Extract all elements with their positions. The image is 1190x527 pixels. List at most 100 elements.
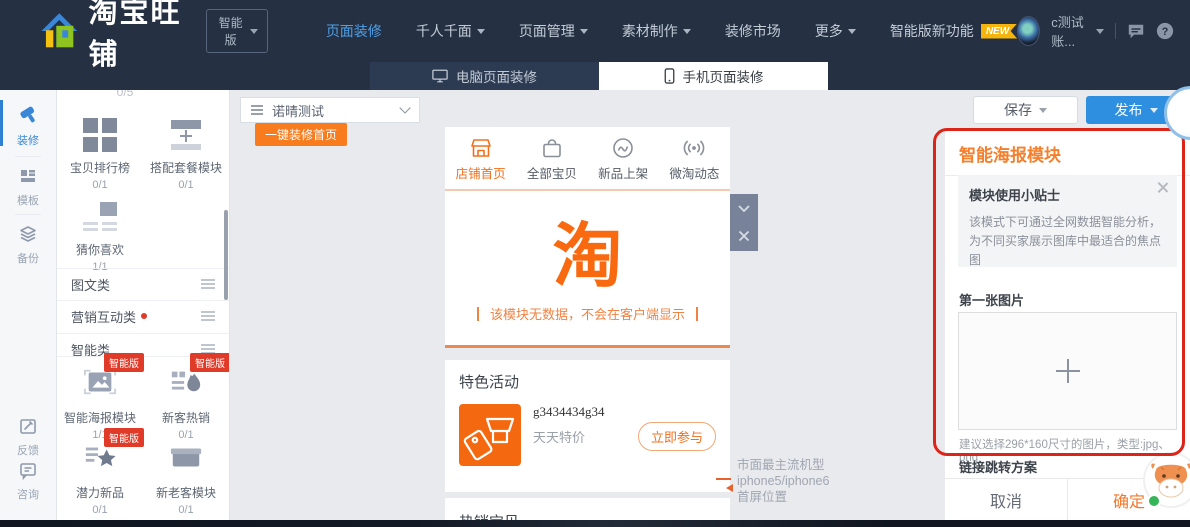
fold-arrow-icon [726,484,733,492]
smart-version-badge: 智能版 [104,353,144,372]
nav-item-smart-new-features[interactable]: 智能版新功能NEW [890,21,1017,41]
help-icon[interactable]: ? [1156,21,1174,41]
red-dot-badge [141,313,147,319]
rail-label: 模板 [0,192,56,208]
rail-item-template[interactable]: 模板 [0,166,56,208]
rail-item-backup[interactable]: 备份 [0,224,56,266]
svg-text:?: ? [1162,26,1169,38]
cancel-button[interactable]: 取消 [945,479,1068,521]
taobao-logo-char: 淘 [445,221,730,291]
user-menu[interactable]: c测试账... [1051,12,1104,50]
phone-icon [664,68,675,84]
scrollbar-thumb[interactable] [224,210,228,300]
page-selector-value: 诺晴测试 [272,101,324,120]
store-tab-bar: 店铺首页 全部宝贝 新品上架 微淘动态 [445,127,730,189]
save-label: 保存 [1004,100,1032,120]
nav-item-more[interactable]: 更多 [815,21,856,41]
brand[interactable]: 淘宝旺铺 [40,0,192,73]
section-image-text[interactable]: 图文类 [57,268,229,299]
section-marketing[interactable]: 营销互动类 [57,300,229,331]
module-item-guess-you-like[interactable]: 猜你喜欢 1/1 [57,192,143,273]
chevron-down-icon [1039,108,1047,113]
drag-handle-icon[interactable] [201,348,215,350]
rail-item-consult[interactable]: 咨询 [0,460,56,502]
brand-name: 淘宝旺铺 [89,0,193,73]
nav-label: 智能版新功能 [890,21,974,41]
nav-item-page-manage[interactable]: 页面管理 [519,21,588,41]
image-upload-area[interactable] [958,312,1177,430]
module-count: 0/1 [57,504,143,516]
module-item-potential-new[interactable]: 智能版 潜力新品 0/1 [57,434,143,516]
usage-tip-box: 模块使用小贴士 该模式下可通过全网数据智能分析，为不同买家展示图库中最适合的焦点… [958,175,1177,267]
tab-pc-decorate[interactable]: 电脑页面装修 [370,62,599,90]
drag-handle-icon[interactable] [201,283,215,285]
join-now-button[interactable]: 立即参与 [638,422,716,451]
feature-activity-module[interactable]: 特色活动 g3434434g34 天天特价 立即参与 [445,360,730,492]
store-tab-label: 微淘动态 [669,167,719,181]
activity-texts: g3434434g34 天天特价 [533,404,638,446]
rail-label: 咨询 [0,486,56,502]
module-item-ranking[interactable]: 宝贝排行榜 0/1 [57,110,143,191]
close-icon[interactable] [1157,181,1169,193]
one-click-decorate-tag[interactable]: 一键装修首页 [255,123,347,146]
nav-right: c测试账... ? [1017,12,1190,50]
broadcast-icon [681,136,707,160]
left-rail: 装修 模板 备份 反馈 咨询 [0,90,57,527]
module-controls [730,194,758,251]
bag-icon [539,136,565,160]
guess-grid-icon [83,200,117,234]
chevron-down-icon [250,29,258,34]
nav-item-market[interactable]: 装修市场 [725,21,781,41]
activity-subtitle: 天天特价 [533,427,638,446]
store-tab-label: 店铺首页 [456,167,506,181]
divider [1115,23,1116,39]
layers-icon [18,224,38,244]
module-item-new-old-customer[interactable]: 新老客模块 0/1 [143,434,229,516]
chevron-down-icon [580,29,588,34]
divider [15,156,41,157]
combo-icon [169,118,203,152]
section-title: 特色活动 [459,371,716,392]
mascot-helper[interactable] [1143,452,1190,508]
nav-item-material[interactable]: 素材制作 [622,21,691,41]
store-tab-weitao[interactable]: 微淘动态 [659,127,730,189]
nav-item-qianrenqianmian[interactable]: 千人千面 [416,21,485,41]
save-button[interactable]: 保存 [973,96,1078,124]
activity-item[interactable]: g3434434g34 天天特价 立即参与 [459,404,716,466]
user-name: c测试账... [1051,12,1090,50]
taobao-wangpu-logo-icon [40,7,79,55]
rail-item-feedback[interactable]: 反馈 [0,416,56,458]
smart-version-badge: 智能版 [190,353,230,372]
message-icon[interactable] [1127,21,1145,41]
chevron-down-icon [399,102,410,113]
nav-label: 页面管理 [519,21,575,41]
list-icon [251,109,263,111]
selected-smart-poster-module[interactable]: 淘 该模块无数据，不会在客户端显示 [445,189,730,348]
move-down-button[interactable] [730,194,758,222]
empty-module-message: 该模块无数据，不会在客户端显示 [445,304,730,323]
fold-note-line: 首屏位置 [737,489,829,505]
rail-item-decorate[interactable]: 装修 [0,104,56,148]
new-arrival-icon [610,136,636,160]
tab-mobile-decorate[interactable]: 手机页面装修 [599,62,828,90]
edit-icon [18,416,38,436]
nav-item-page-decorate[interactable]: 页面装修 [326,21,382,41]
top-navbar: 淘宝旺铺 智能版 页面装修 千人千面 页面管理 素材制作 装修市场 更多 智能版… [0,0,1190,90]
module-item-new-customer-hot[interactable]: 智能版 新客热销 0/1 [143,359,229,441]
module-count-clipped: 0/5 [82,90,168,99]
rail-label: 装修 [0,132,56,148]
drag-handle-icon[interactable] [201,315,215,317]
avatar[interactable] [1017,16,1040,46]
store-tab-new-arrivals[interactable]: 新品上架 [588,127,659,189]
page-selector-dropdown[interactable]: 诺晴测试 [240,97,420,123]
delete-module-button[interactable] [730,222,758,250]
module-name: 宝贝排行榜 [57,159,143,176]
version-dropdown[interactable]: 智能版 [206,9,267,53]
module-name: 新客热销 [143,409,229,426]
module-cell-empty [143,192,229,273]
store-tab-home[interactable]: 店铺首页 [445,127,516,189]
module-item-combo[interactable]: 搭配套餐模块 0/1 [143,110,229,191]
store-tab-all-items[interactable]: 全部宝贝 [516,127,587,189]
divider [477,307,479,321]
module-name: 搭配套餐模块 [143,159,229,176]
